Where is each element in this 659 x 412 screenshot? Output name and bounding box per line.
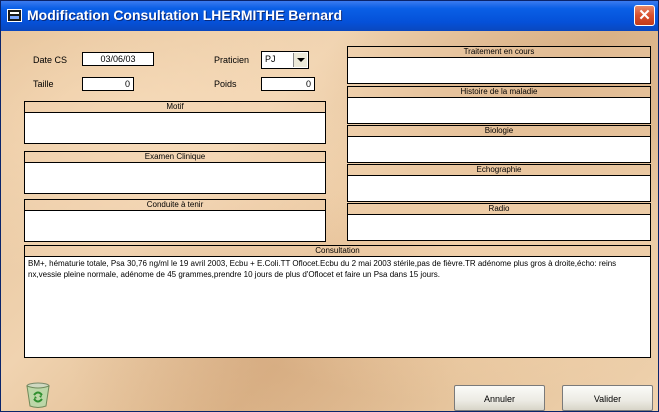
radio-header: Radio [347, 203, 651, 215]
window-title: Modification Consultation LHERMITHE Bern… [27, 7, 342, 23]
biologie-section: Biologie [347, 125, 651, 163]
traitement-section: Traitement en cours [347, 46, 651, 84]
app-icon [7, 9, 22, 22]
conduite-header: Conduite à tenir [24, 199, 326, 211]
biologie-textarea[interactable] [347, 137, 651, 163]
consultation-header: Consultation [24, 245, 651, 257]
histoire-textarea[interactable] [347, 98, 651, 124]
praticien-value: PJ [265, 54, 276, 64]
chevron-down-icon[interactable] [293, 53, 307, 67]
biologie-header: Biologie [347, 125, 651, 137]
motif-header: Motif [24, 101, 326, 113]
praticien-label: Praticien [214, 55, 250, 65]
histoire-header: Histoire de la maladie [347, 86, 651, 98]
annuler-button[interactable]: Annuler [454, 385, 545, 411]
poids-field[interactable]: 0 [261, 77, 315, 91]
consultation-textarea[interactable]: BM+, hématurie totale, Psa 30,76 ng/ml l… [24, 257, 651, 358]
conduite-section: Conduite à tenir [24, 199, 326, 242]
consultation-window: Modification Consultation LHERMITHE Bern… [0, 0, 659, 412]
conduite-textarea[interactable] [24, 211, 326, 242]
close-button[interactable]: ✕ [634, 5, 655, 26]
traitement-header: Traitement en cours [347, 46, 651, 58]
motif-section: Motif [24, 101, 326, 144]
poids-label: Poids [214, 79, 237, 89]
motif-textarea[interactable] [24, 113, 326, 144]
traitement-textarea[interactable] [347, 58, 651, 84]
praticien-select[interactable]: PJ [261, 51, 309, 69]
radio-section: Radio [347, 203, 651, 241]
echographie-textarea[interactable] [347, 176, 651, 202]
examen-textarea[interactable] [24, 163, 326, 194]
valider-button[interactable]: Valider [562, 385, 653, 411]
consultation-section: Consultation BM+, hématurie totale, Psa … [24, 245, 651, 358]
echographie-section: Echographie [347, 164, 651, 202]
title-bar[interactable]: Modification Consultation LHERMITHE Bern… [1, 1, 658, 31]
examen-section: Examen Clinique [24, 151, 326, 194]
taille-label: Taille [33, 79, 54, 89]
histoire-section: Histoire de la maladie [347, 86, 651, 124]
echographie-header: Echographie [347, 164, 651, 176]
date-field[interactable]: 03/06/03 [82, 52, 154, 66]
examen-header: Examen Clinique [24, 151, 326, 163]
taille-field[interactable]: 0 [82, 77, 134, 91]
date-label: Date CS [33, 55, 68, 65]
radio-textarea[interactable] [347, 215, 651, 241]
recycle-bin-icon[interactable] [23, 382, 53, 408]
